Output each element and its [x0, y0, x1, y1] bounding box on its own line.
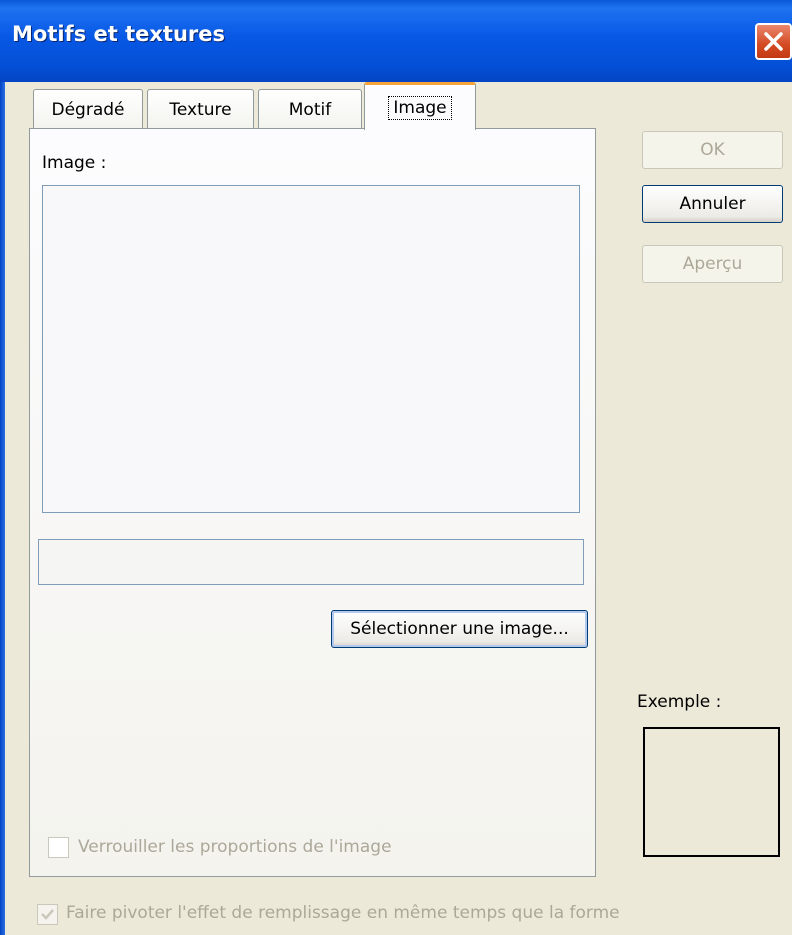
image-preview-area	[42, 185, 580, 513]
example-preview	[643, 727, 780, 857]
rotate-fill-checkbox[interactable]	[37, 904, 58, 925]
tab-motif[interactable]: Motif	[258, 89, 362, 129]
ok-button[interactable]: OK	[642, 131, 783, 169]
tab-label: Texture	[169, 99, 232, 120]
lock-proportions-label: Verrouiller les proportions de l'image	[78, 837, 392, 857]
image-label: Image :	[42, 153, 107, 173]
tab-label: Image	[388, 95, 452, 120]
ok-label: OK	[700, 140, 725, 160]
tab-degrade[interactable]: Dégradé	[33, 89, 143, 129]
select-image-label: Sélectionner une image...	[350, 619, 569, 639]
select-image-button[interactable]: Sélectionner une image...	[331, 610, 588, 648]
tab-image[interactable]: Image	[364, 82, 476, 130]
rotate-fill-label: Faire pivoter l'effet de remplissage en …	[66, 903, 620, 923]
cancel-label: Annuler	[679, 194, 746, 214]
example-label: Exemple :	[637, 692, 722, 712]
close-button[interactable]	[755, 23, 792, 60]
window-frame-left	[0, 82, 5, 935]
lock-proportions-checkbox[interactable]	[48, 837, 69, 858]
tab-label: Dégradé	[51, 99, 125, 120]
tab-label: Motif	[288, 99, 332, 120]
preview-button[interactable]: Aperçu	[642, 245, 783, 283]
cancel-button[interactable]: Annuler	[642, 185, 783, 223]
window-title: Motifs et textures	[12, 22, 226, 46]
tab-texture[interactable]: Texture	[147, 89, 254, 129]
image-filename-field	[38, 539, 584, 585]
title-bar[interactable]: Motifs et textures	[0, 0, 792, 82]
preview-label: Aperçu	[682, 254, 743, 274]
